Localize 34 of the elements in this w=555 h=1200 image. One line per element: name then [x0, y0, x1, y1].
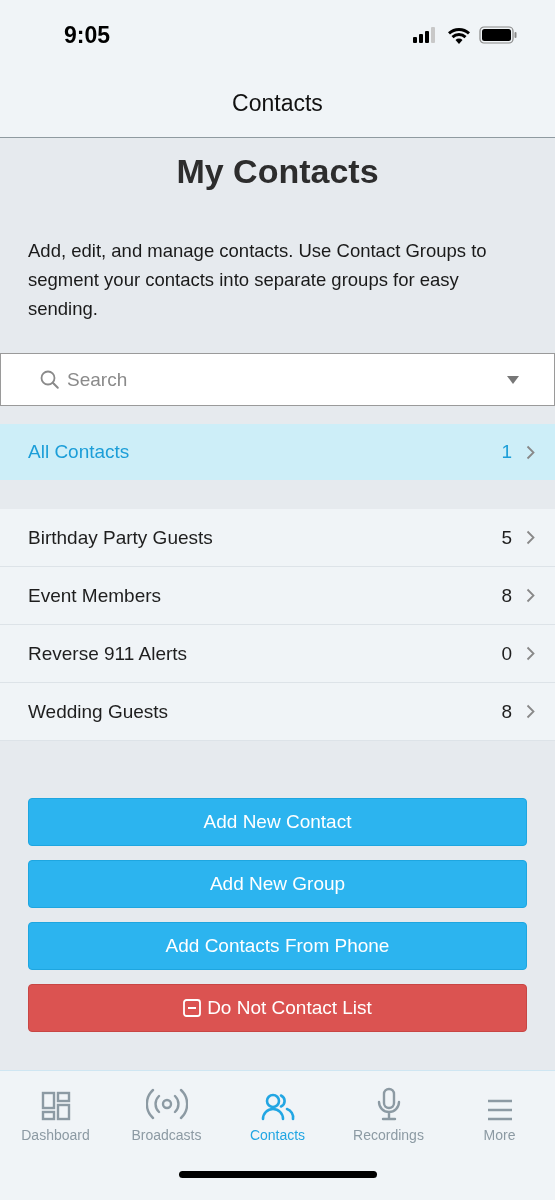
tab[interactable]: More — [444, 1081, 555, 1143]
tab[interactable]: Recordings — [333, 1081, 444, 1143]
tab[interactable]: Broadcasts — [111, 1081, 222, 1143]
chevron-icon — [526, 530, 535, 545]
status-time: 9:05 — [64, 21, 111, 49]
group-row[interactable]: All Contacts 1 — [0, 424, 555, 480]
dashboard-icon — [40, 1091, 71, 1121]
microphone-icon — [375, 1087, 402, 1121]
dropdown-caret-icon — [507, 376, 519, 384]
chevron-icon — [526, 588, 535, 603]
battery-icon — [479, 26, 517, 44]
search-icon — [40, 370, 60, 390]
tab[interactable]: Dashboard — [0, 1081, 111, 1143]
chevron-icon — [526, 704, 535, 719]
search-field[interactable]: Search — [0, 353, 555, 406]
group-row[interactable]: Event Members 8 — [0, 567, 555, 625]
add-button[interactable]: Add Contacts From Phone — [28, 922, 527, 970]
menu-icon — [486, 1099, 513, 1121]
wifi-icon — [447, 26, 471, 44]
page-heading: My Contacts — [175, 152, 380, 191]
chevron-icon — [526, 444, 535, 460]
broadcast-icon — [145, 1087, 188, 1121]
description: Add, edit, and manage contacts. Use Contact Groups to segment your contacts into separate groups for easy sending. — [28, 239, 488, 321]
add-button[interactable]: Add New Contact — [28, 798, 527, 846]
minus-square-icon — [183, 999, 202, 1017]
people-icon — [260, 1093, 295, 1121]
add-button[interactable]: Add New Group — [28, 860, 527, 908]
group-row[interactable]: Wedding Guests 8 — [0, 683, 555, 741]
do-not-contact-button[interactable]: Do Not Contact List — [28, 984, 527, 1032]
tab[interactable]: Contacts — [222, 1081, 333, 1143]
group-row[interactable]: Reverse 911 Alerts 0 — [0, 625, 555, 683]
chevron-icon — [526, 646, 535, 661]
nav-title: Contacts — [232, 90, 323, 117]
group-row[interactable]: Birthday Party Guests 5 — [0, 509, 555, 567]
